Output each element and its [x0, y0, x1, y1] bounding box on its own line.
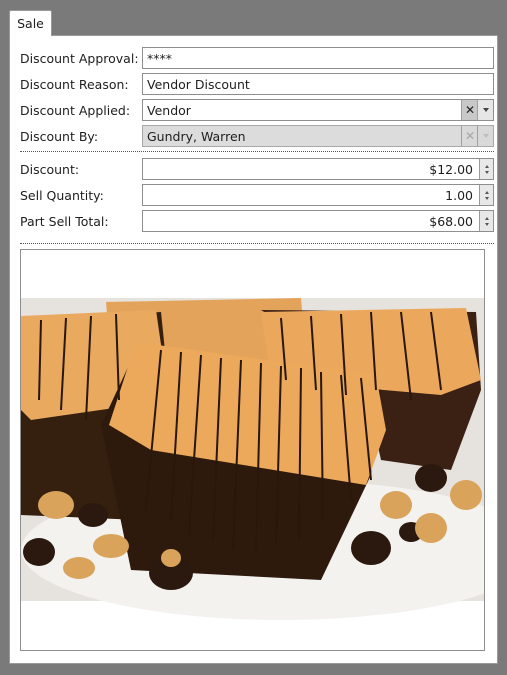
discount-value: $12.00 — [429, 161, 473, 177]
product-image-frame — [20, 249, 485, 651]
close-icon: ✕ — [461, 126, 478, 146]
discount-approval-value: **** — [147, 50, 172, 66]
discount-field[interactable]: $12.00 — [142, 158, 494, 180]
product-image — [21, 298, 484, 620]
discount-applied-label: Discount Applied: — [20, 102, 131, 118]
sell-quantity-label: Sell Quantity: — [20, 187, 104, 203]
chevron-down-icon — [477, 126, 493, 146]
spinner-arrows-icon[interactable] — [479, 185, 493, 205]
tab-sale-label: Sale — [17, 16, 44, 31]
sell-quantity-field[interactable]: 1.00 — [142, 184, 494, 206]
discount-approval-field[interactable]: **** — [142, 47, 494, 69]
tab-sale[interactable]: Sale — [9, 10, 52, 36]
spinner-arrows-icon[interactable] — [479, 159, 493, 179]
chevron-down-icon[interactable] — [477, 100, 493, 120]
discount-by-label: Discount By: — [20, 128, 99, 144]
part-sell-total-field[interactable]: $68.00 — [142, 210, 494, 232]
discount-applied-value: Vendor — [147, 102, 191, 118]
close-icon[interactable]: ✕ — [461, 100, 478, 120]
sell-quantity-value: 1.00 — [445, 187, 473, 203]
discount-reason-value: Vendor Discount — [147, 76, 250, 92]
discount-applied-combo[interactable]: Vendor ✕ — [142, 99, 494, 121]
sale-panel: Discount Approval: **** Discount Reason:… — [9, 35, 498, 664]
divider — [20, 243, 494, 244]
discount-by-value: Gundry, Warren — [147, 128, 246, 144]
discount-label: Discount: — [20, 161, 80, 177]
spinner-arrows-icon[interactable] — [479, 211, 493, 231]
discount-reason-label: Discount Reason: — [20, 76, 129, 92]
discount-reason-field[interactable]: Vendor Discount — [142, 73, 494, 95]
part-sell-total-value: $68.00 — [429, 213, 473, 229]
discount-by-combo: Gundry, Warren ✕ — [142, 125, 494, 147]
discount-approval-label: Discount Approval: — [20, 50, 139, 66]
divider — [20, 151, 494, 152]
part-sell-total-label: Part Sell Total: — [20, 213, 109, 229]
